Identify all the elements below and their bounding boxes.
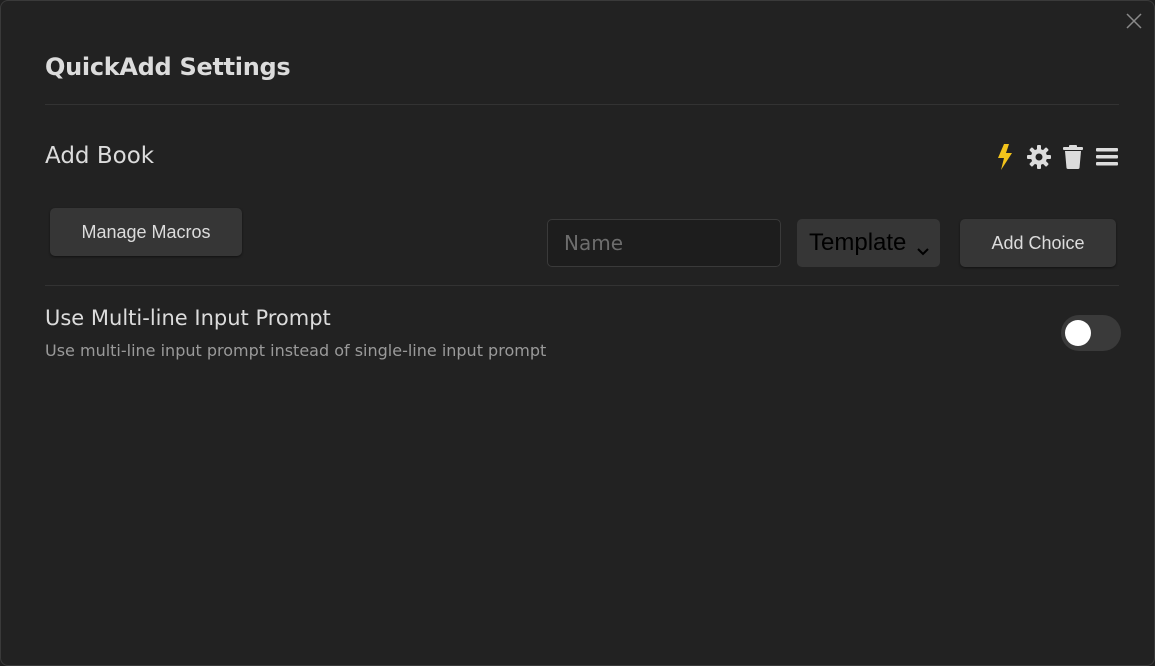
choice-name: Add Book	[45, 143, 155, 169]
divider	[45, 285, 1119, 286]
gear-icon[interactable]	[1026, 143, 1052, 171]
trash-icon[interactable]	[1060, 143, 1086, 171]
multiline-toggle[interactable]	[1061, 315, 1121, 351]
chevron-down-icon	[916, 236, 930, 264]
add-choice-button[interactable]: Add Choice	[960, 219, 1116, 267]
modal-title: QuickAdd Settings	[45, 53, 291, 81]
drag-handle-icon[interactable]	[1094, 143, 1120, 171]
quickadd-settings-modal: QuickAdd Settings Add Book Manage Macros…	[0, 0, 1155, 666]
choice-name-input[interactable]	[547, 219, 781, 267]
lightning-icon[interactable]	[992, 143, 1018, 171]
choice-actions	[992, 143, 1120, 171]
close-icon[interactable]	[1124, 11, 1144, 31]
manage-macros-button[interactable]: Manage Macros	[50, 208, 242, 256]
choice-type-select[interactable]: Template	[797, 219, 940, 267]
divider	[45, 104, 1119, 105]
setting-description: Use multi-line input prompt instead of s…	[45, 341, 547, 360]
choice-type-value: Template	[809, 229, 907, 256]
setting-name: Use Multi-line Input Prompt	[45, 306, 331, 330]
toggle-knob	[1065, 320, 1091, 346]
